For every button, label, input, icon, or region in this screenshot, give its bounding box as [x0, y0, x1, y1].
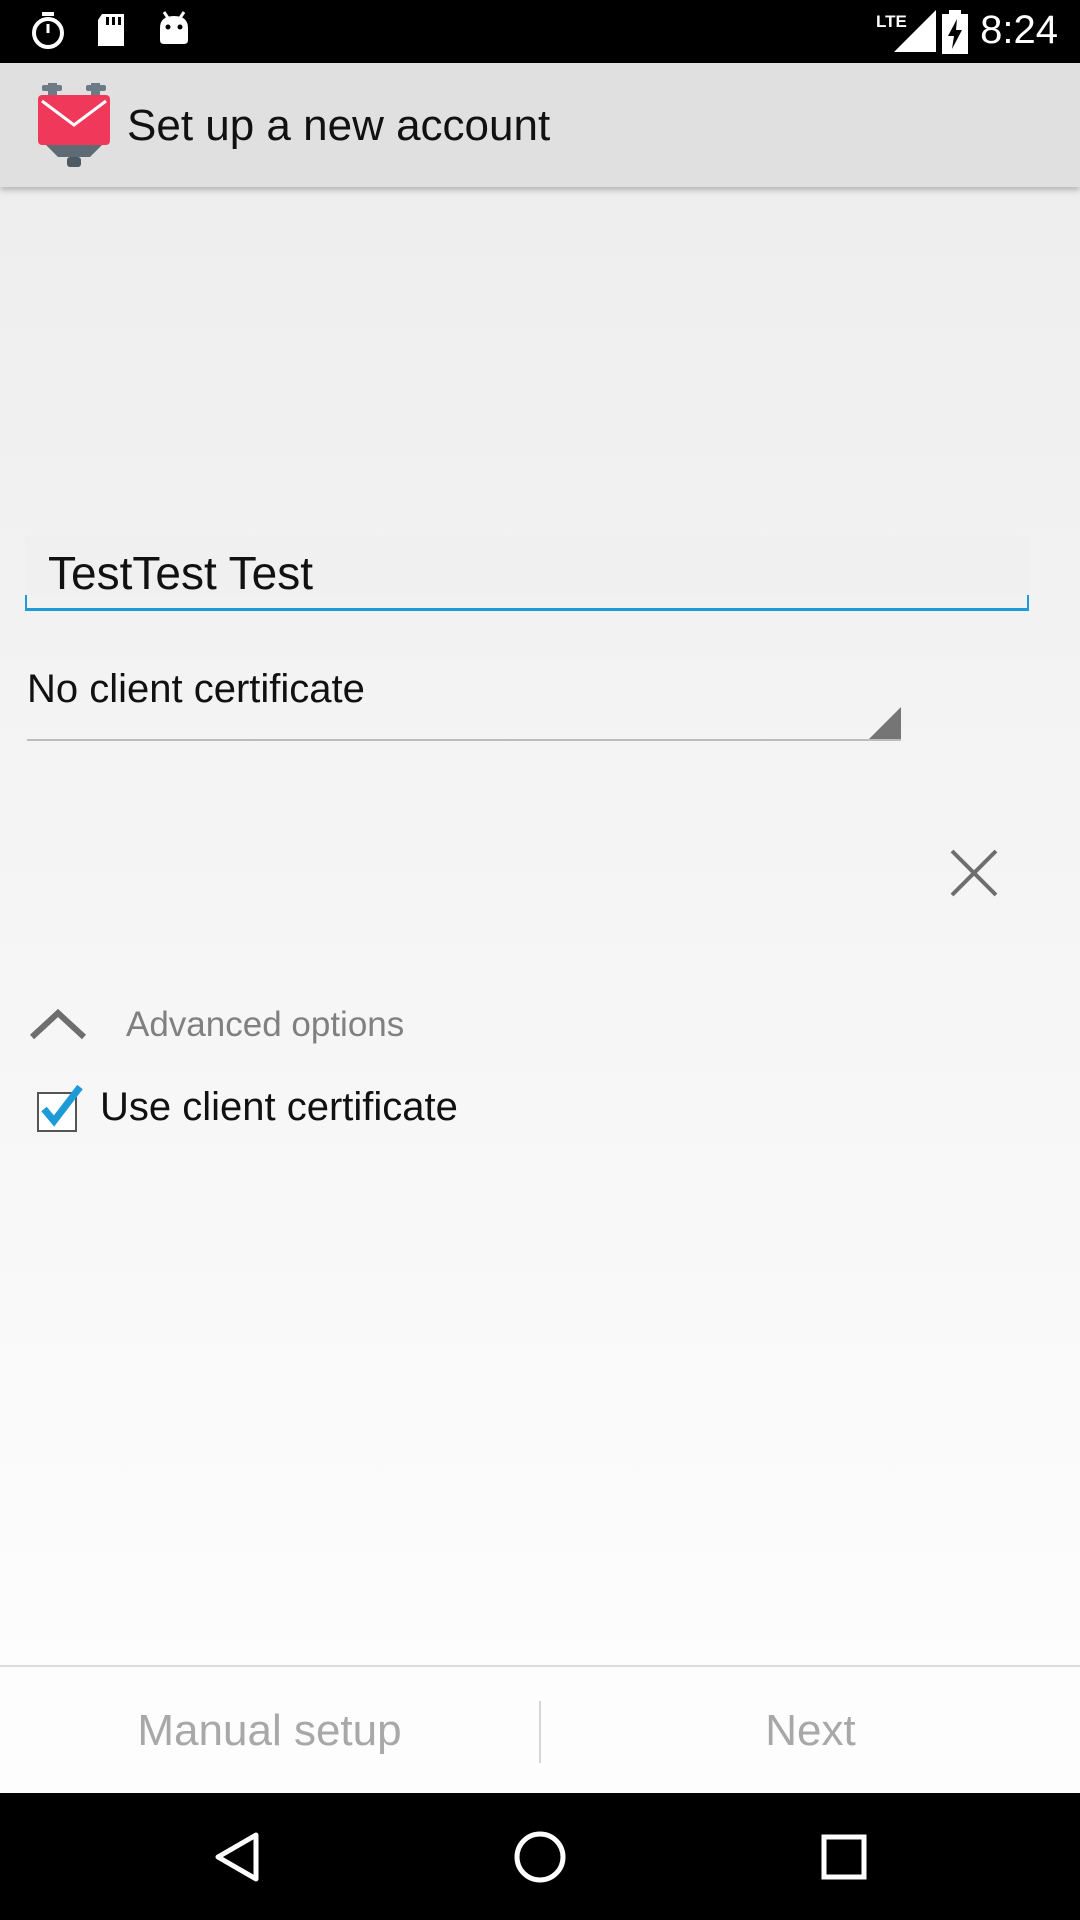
manual-setup-button[interactable]: Manual setup	[0, 1667, 539, 1795]
spinner-arrow-icon	[869, 707, 901, 739]
page-title: Set up a new account	[127, 101, 551, 150]
svg-text:LTE: LTE	[876, 12, 907, 31]
status-time: 8:24	[980, 8, 1058, 52]
next-button[interactable]: Next	[541, 1667, 1080, 1795]
checkbox-checked-icon	[37, 1084, 83, 1132]
chevron-up-icon	[29, 1008, 87, 1040]
client-certificate-spinner[interactable]: No client certificate	[27, 655, 901, 741]
k9-mail-logo	[38, 83, 110, 167]
name-input-value[interactable]: TestTest Test	[48, 546, 313, 600]
android-debug-icon	[160, 11, 188, 44]
recents-icon[interactable]	[814, 1827, 874, 1887]
button-bar: Manual setup Next	[0, 1665, 1080, 1793]
account-setup-form	[0, 187, 1080, 1665]
close-icon[interactable]	[946, 845, 1002, 901]
advanced-options-label: Advanced options	[126, 1005, 405, 1044]
battery-charging-icon	[942, 10, 968, 54]
timer-icon	[32, 12, 64, 49]
use-client-certificate-checkbox[interactable]: Use client certificate	[34, 1077, 634, 1137]
client-certificate-value: No client certificate	[27, 667, 365, 711]
sd-card-icon	[98, 14, 124, 46]
lte-signal-icon: LTE	[876, 10, 936, 52]
back-icon[interactable]	[208, 1827, 268, 1887]
advanced-options-toggle[interactable]: Advanced options	[28, 997, 628, 1057]
status-bar: LTE 8:24	[0, 0, 1080, 63]
use-client-certificate-label: Use client certificate	[100, 1085, 458, 1129]
home-icon[interactable]	[510, 1827, 570, 1887]
app-bar: Set up a new account	[0, 63, 1080, 187]
navigation-bar	[0, 1793, 1080, 1920]
